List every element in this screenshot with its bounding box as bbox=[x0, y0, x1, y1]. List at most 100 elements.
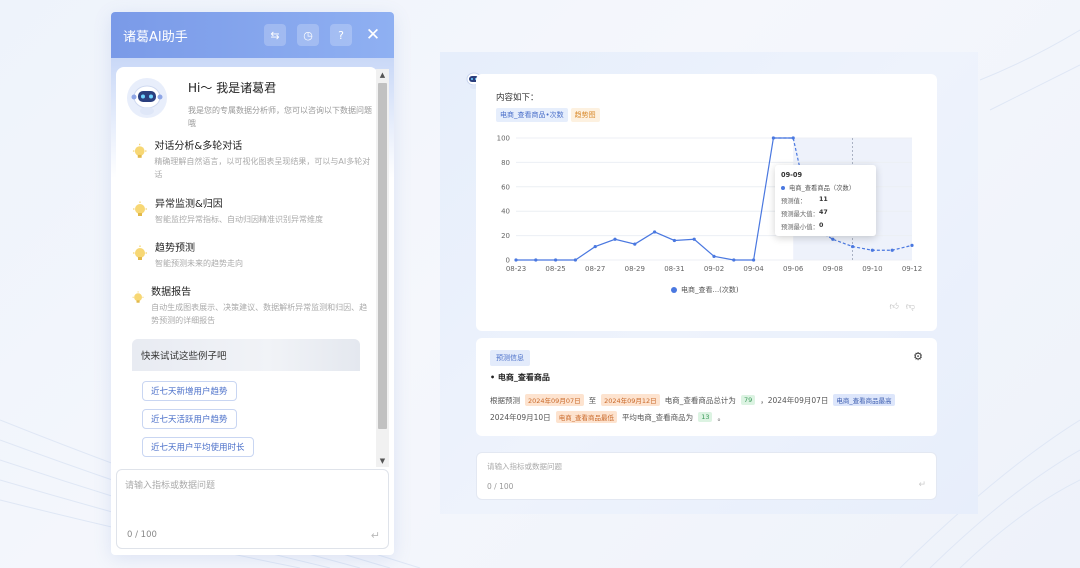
help-icon[interactable]: ? bbox=[330, 24, 352, 46]
data-point bbox=[831, 237, 835, 241]
forecast-metric-heading: • 电商_查看商品 bbox=[490, 373, 550, 382]
x-tick-label: 08-27 bbox=[585, 265, 605, 273]
legend-dot bbox=[671, 287, 677, 293]
feature-desc: 智能监控异常指标、自动归因精准识别异常维度 bbox=[155, 215, 323, 224]
example-chip-new-users[interactable]: 近七天新增用户趋势 bbox=[142, 381, 237, 401]
ai-assistant-panel: 诸葛AI助手 ⇆ ◷ ? ✕ Hi～ 我是诸葛君 我是您的专属数据分析师，您可以… bbox=[111, 12, 394, 555]
metric-tag: 电商_查看商品•次数 bbox=[496, 108, 568, 122]
feature-data-report: 数据报告 自动生成图表展示、决策建议、数据解析异常监测和归因、趋势预测的详细报告 bbox=[131, 283, 371, 327]
scrollbar[interactable]: ▲ ▼ bbox=[376, 69, 389, 467]
text: 。 bbox=[717, 412, 725, 422]
panel-title: 诸葛AI助手 bbox=[123, 29, 188, 45]
char-counter: 0 / 100 bbox=[487, 482, 514, 491]
tooltip-label: 预测最小值： bbox=[781, 224, 819, 231]
text: 电商_查看商品总计为 bbox=[664, 395, 736, 405]
swap-icon[interactable]: ⇆ bbox=[264, 24, 286, 46]
chart-legend[interactable]: 电商_查看...(次数) bbox=[671, 285, 739, 295]
data-point bbox=[870, 248, 874, 252]
metric-highlight: 电商_查看商品最低 bbox=[555, 411, 617, 423]
data-point bbox=[890, 248, 894, 252]
forecast-info-tag: 预测信息 bbox=[490, 350, 530, 366]
date-highlight: 2024年09月07日 bbox=[525, 394, 584, 406]
tooltip-label: 预测值： bbox=[781, 198, 807, 205]
example-chip-active-users[interactable]: 近七天活跃用户趋势 bbox=[142, 409, 237, 429]
scroll-up-icon[interactable]: ▲ bbox=[376, 69, 389, 81]
y-tick-label: 40 bbox=[501, 208, 510, 216]
greeting-title: Hi～ 我是诸葛君 bbox=[188, 81, 277, 95]
tooltip-label: 预测最大值： bbox=[781, 211, 819, 218]
chart-card: 内容如下： 电商_查看商品•次数 趋势图 0 20 40 60 80 100 08-23 08… bbox=[476, 74, 937, 331]
feature-desc: 智能预测未来的趋势走向 bbox=[155, 259, 243, 268]
send-icon[interactable]: ↵ bbox=[918, 480, 926, 490]
tooltip-series: 电商_查看商品（次数） bbox=[789, 185, 856, 192]
tooltip-value: 47 bbox=[819, 209, 828, 216]
x-tick-label: 09-10 bbox=[862, 265, 882, 273]
chart-type-tag: 趋势图 bbox=[570, 108, 600, 122]
text: ，2024年09月07日 bbox=[760, 395, 829, 405]
greeting-desc: 我是您的专属数据分析师，您可以咨询以下数据问题哦 bbox=[188, 106, 372, 128]
data-point bbox=[712, 254, 716, 258]
data-point bbox=[910, 243, 914, 247]
question-input[interactable]: 请输入指标或数据问题 0 / 100 ↵ bbox=[116, 469, 389, 549]
value-highlight: 79 bbox=[740, 395, 756, 405]
history-icon[interactable]: ◷ bbox=[297, 24, 319, 46]
text: 至 bbox=[588, 395, 597, 405]
examples-box: 快来试试这些例子吧 近七天新增用户趋势 近七天活跃用户趋势 近七天用户平均使用时… bbox=[132, 339, 360, 467]
x-tick-label: 09-08 bbox=[823, 265, 843, 273]
input-placeholder: 请输入指标或数据问题 bbox=[487, 462, 562, 471]
welcome-content: Hi～ 我是诸葛君 我是您的专属数据分析师，您可以咨询以下数据问题哦 对话分析&… bbox=[116, 67, 378, 467]
chart-card-title: 内容如下： bbox=[496, 93, 539, 103]
data-point bbox=[633, 242, 637, 246]
tooltip-value: 11 bbox=[819, 196, 828, 203]
data-point bbox=[573, 258, 577, 262]
legend-label: 电商_查看...(次数) bbox=[681, 286, 739, 294]
bulb-icon bbox=[133, 245, 147, 260]
y-tick-label: 20 bbox=[501, 232, 510, 240]
metric-name: 电商_查看商品 bbox=[497, 373, 550, 382]
data-point bbox=[593, 244, 597, 249]
forecast-info-card: 预测信息 ⚙ • 电商_查看商品 根据预测 2024年09月07日 至 2024… bbox=[476, 338, 937, 436]
panel-header: 诸葛AI助手 ⇆ ◷ ? ✕ bbox=[111, 12, 394, 58]
x-tick-label: 08-23 bbox=[506, 265, 526, 273]
settings-icon[interactable]: ⚙ bbox=[913, 350, 923, 363]
chart-tooltip: 09-09 电商_查看商品（次数） 预测值： 11 预测最大值： 47 预测最小值：… bbox=[775, 165, 876, 236]
examples-heading: 快来试试这些例子吧 bbox=[132, 339, 360, 371]
value-highlight: 13 bbox=[698, 412, 713, 422]
robot-avatar-icon bbox=[127, 78, 167, 118]
feature-title: 对话分析&多轮对话 bbox=[154, 141, 243, 152]
metric-highlight: 电商_查看商品最高 bbox=[833, 394, 895, 406]
x-tick-label: 09-12 bbox=[902, 265, 922, 273]
x-tick-label: 08-29 bbox=[625, 265, 645, 273]
data-point bbox=[752, 258, 756, 262]
close-icon[interactable]: ✕ bbox=[362, 24, 384, 46]
text: 平均电商_查看商品为 bbox=[621, 412, 694, 422]
bulb-icon bbox=[133, 201, 147, 216]
y-tick-label: 0 bbox=[506, 257, 510, 265]
scroll-thumb[interactable] bbox=[378, 83, 387, 429]
feature-title: 趋势预测 bbox=[155, 243, 195, 254]
feature-title: 异常监测&归因 bbox=[155, 199, 223, 210]
y-tick-label: 80 bbox=[501, 159, 510, 167]
thumb-down-icon[interactable]: 👎︎ bbox=[906, 302, 915, 312]
send-icon[interactable]: ↵ bbox=[371, 529, 380, 542]
x-tick-label: 08-25 bbox=[545, 265, 565, 273]
thumb-up-icon[interactable]: 👍︎ bbox=[889, 302, 898, 312]
input-placeholder: 请输入指标或数据问题 bbox=[125, 481, 216, 491]
data-point bbox=[851, 244, 855, 249]
question-input-right[interactable]: 请输入指标或数据问题 0 / 100 ↵ bbox=[476, 452, 937, 500]
scroll-down-icon[interactable]: ▼ bbox=[376, 455, 389, 467]
feature-trend-forecast: 趋势预测 智能预测未来的趋势走向 bbox=[131, 239, 371, 270]
x-tick-label: 09-02 bbox=[704, 265, 724, 273]
example-chip-usage-duration[interactable]: 近七天用户平均使用时长 bbox=[142, 437, 254, 457]
forecast-summary-line-2: 2024年09月10日 电商_查看商品最低 平均电商_查看商品为 13 。 bbox=[490, 411, 725, 423]
y-tick-label: 60 bbox=[501, 183, 510, 191]
data-point bbox=[554, 258, 558, 262]
data-point bbox=[613, 237, 617, 241]
bulb-icon bbox=[132, 291, 144, 303]
tooltip-date: 09-09 bbox=[781, 171, 803, 179]
feature-desc: 自动生成图表展示、决策建议、数据解析异常监测和归因、趋势预测的详细报告 bbox=[151, 303, 368, 325]
text: 根据预测 bbox=[490, 395, 520, 405]
series-dot bbox=[781, 185, 785, 190]
feature-desc: 精确理解自然语言，以可视化图表呈现结果，可以与AI多轮对话 bbox=[154, 157, 371, 179]
x-tick-label: 08-31 bbox=[664, 265, 684, 273]
